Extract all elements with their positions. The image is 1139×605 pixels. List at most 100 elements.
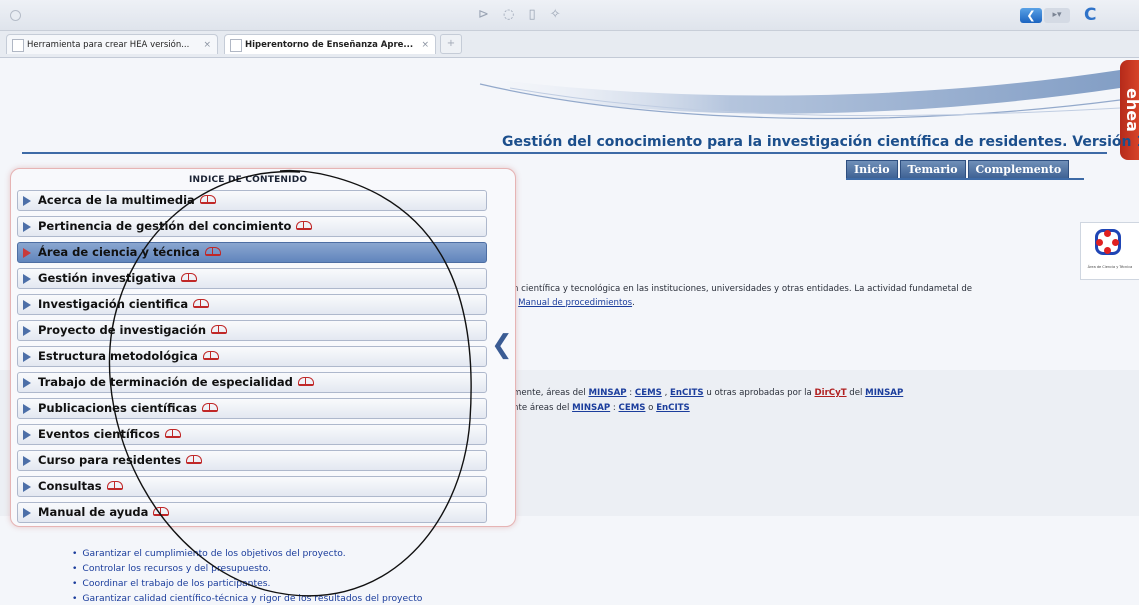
tab-label: Herramienta para crear HEA versión... (27, 40, 190, 50)
book-icon (186, 455, 203, 464)
index-item-label: Área de ciencia y técnica (38, 245, 200, 259)
index-title: INDICE DE CONTENIDO (189, 175, 308, 185)
book-icon (164, 429, 181, 438)
close-tab-icon[interactable]: × (421, 35, 429, 54)
browser-tab-1[interactable]: Herramienta para crear HEA versión... × (6, 34, 218, 54)
index-item-proyecto[interactable]: Proyecto de investigación (17, 320, 487, 341)
book-icon (193, 299, 210, 308)
index-item-manual[interactable]: Manual de ayuda (17, 502, 487, 523)
minsap-link[interactable]: MINSAP (588, 388, 626, 398)
reload-icon[interactable]: C (1084, 5, 1096, 25)
expand-arrow-icon (23, 482, 31, 492)
list-item: Controlar los recursos y del presupuesto… (72, 563, 270, 574)
book-icon (106, 481, 123, 490)
index-item-gestion[interactable]: Gestión investigativa (17, 268, 487, 289)
minsap-link[interactable]: MINSAP (572, 403, 610, 413)
index-item-label: Publicaciones científicas (38, 401, 197, 415)
text-fragment: nte áreas del (513, 403, 573, 413)
book-icon (202, 351, 219, 360)
index-item-area-ciencia[interactable]: Área de ciencia y técnica (17, 242, 487, 263)
index-item-label: Manual de ayuda (38, 505, 149, 519)
expand-arrow-icon (23, 508, 31, 518)
index-item-label: Consultas (38, 479, 102, 493)
cems-link[interactable]: CEMS (635, 388, 662, 398)
list-item: Garantizar calidad científico-técnica y … (72, 593, 422, 604)
index-panel: INDICE DE CONTENIDO Acerca de la multime… (10, 168, 516, 527)
list-item: Garantizar el cumplimiento de los objeti… (72, 548, 345, 559)
content-paragraph-2: mente, áreas del MINSAP : CEMS , EnCITS … (513, 388, 903, 398)
nav-temario[interactable]: Temario (899, 160, 966, 179)
index-item-label: Estructura metodológica (38, 349, 198, 363)
logo-caption: Área de Ciencia y Técnica (1087, 265, 1133, 269)
expand-arrow-icon (23, 274, 31, 284)
book-icon (201, 403, 218, 412)
expand-arrow-icon (23, 196, 31, 206)
expand-arrow-icon (23, 378, 31, 388)
nav-divider (846, 178, 1084, 180)
index-item-label: Eventos científicos (38, 427, 160, 441)
tab-label: Hiperentorno de Enseñanza Apre... (245, 40, 414, 50)
page-favicon-icon (12, 39, 24, 52)
dircyt-link[interactable]: DirCyT (814, 388, 846, 398)
nav-inicio[interactable]: Inicio (846, 160, 898, 179)
index-item-label: Gestión investigativa (38, 271, 177, 285)
title-divider (22, 152, 1107, 154)
new-tab-button[interactable]: + (440, 34, 462, 54)
cems-link[interactable]: CEMS (619, 403, 646, 413)
back-arrow-icon[interactable]: ❮ (1020, 8, 1042, 23)
encits-link[interactable]: EnCITS (656, 403, 690, 413)
text-fragment: u otras aprobadas por la (703, 388, 815, 398)
expand-arrow-icon (23, 404, 31, 414)
expand-arrow-icon (23, 430, 31, 440)
book-icon (211, 325, 228, 334)
text-fragment: : (626, 388, 635, 398)
content-paragraph-2b: nte áreas del MINSAP : CEMS o EnCITS (513, 403, 690, 413)
collapse-panel-icon[interactable]: ❮ (491, 332, 513, 358)
index-item-curso[interactable]: Curso para residentes (17, 450, 487, 471)
content-paragraph-1b: l Manual de procedimientos. (513, 298, 635, 308)
manual-link[interactable]: Manual de procedimientos (518, 298, 632, 308)
text-fragment: , (661, 388, 671, 398)
index-item-trabajo[interactable]: Trabajo de terminación de especialidad (17, 372, 487, 393)
index-item-label: Pertinencia de gestión del concimiento (38, 219, 292, 233)
browser-toolbar: ⊳ ◌ ▯ ✧ ❮ ▸▾ C (0, 0, 1139, 31)
expand-arrow-icon (23, 222, 31, 232)
index-item-publicaciones[interactable]: Publicaciones científicas (17, 398, 487, 419)
index-item-label: Acerca de la multimedia (38, 193, 195, 207)
book-icon (153, 507, 170, 516)
header-banner (470, 70, 1121, 120)
nav-complemento[interactable]: Complemento (967, 160, 1070, 179)
encits-link[interactable]: EnCITS (670, 388, 704, 398)
minsap-link[interactable]: MINSAP (865, 388, 903, 398)
expand-arrow-icon (23, 326, 31, 336)
index-item-estructura[interactable]: Estructura metodológica (17, 346, 487, 367)
index-item-pertinencia[interactable]: Pertinencia de gestión del concimiento (17, 216, 487, 237)
content-paragraph-1: n científica y tecnológica en las instit… (513, 284, 973, 294)
text-fragment: : (610, 403, 619, 413)
book-icon (181, 273, 198, 282)
book-icon (297, 377, 314, 386)
index-item-eventos[interactable]: Eventos científicos (17, 424, 487, 445)
institution-logo: Área de Ciencia y Técnica (1080, 222, 1139, 280)
toolbar-icons[interactable]: ⊳ ◌ ▯ ✧ (478, 7, 566, 22)
history-dropdown-icon[interactable]: ▸▾ (1044, 8, 1070, 23)
page-status-icon (10, 10, 21, 21)
index-item-consultas[interactable]: Consultas (17, 476, 487, 497)
text-fragment: mente, áreas del (513, 388, 589, 398)
book-icon (296, 221, 313, 230)
text-fragment: o (645, 403, 657, 413)
index-item-acerca[interactable]: Acerca de la multimedia (17, 190, 487, 211)
book-icon (199, 195, 216, 204)
index-item-label: Proyecto de investigación (38, 323, 207, 337)
main-nav: Inicio Temario Complemento (846, 160, 1070, 179)
index-item-label: Investigación cientifica (38, 297, 189, 311)
page-title: Gestión del conocimiento para la investi… (502, 134, 1139, 150)
index-item-investigacion[interactable]: Investigación cientifica (17, 294, 487, 315)
expand-arrow-icon (23, 300, 31, 310)
close-tab-icon[interactable]: × (203, 35, 211, 54)
text-fragment: . (632, 298, 635, 308)
expanded-arrow-icon (23, 248, 31, 258)
expand-arrow-icon (23, 456, 31, 466)
browser-tab-2[interactable]: Hiperentorno de Enseñanza Apre... × (224, 34, 436, 54)
text-fragment: del (846, 388, 866, 398)
